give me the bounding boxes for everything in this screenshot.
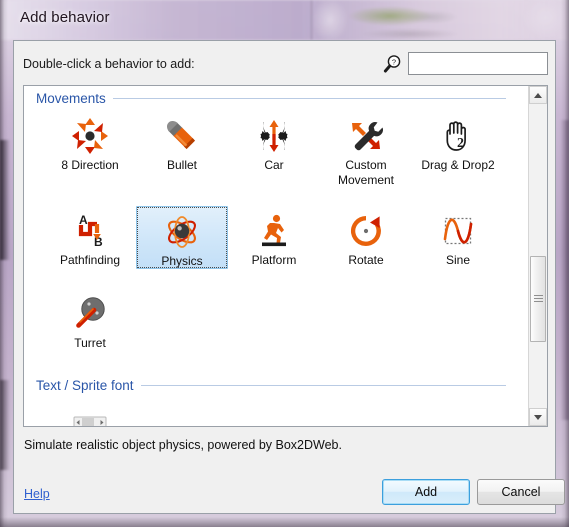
window-title: Add behavior (20, 9, 110, 26)
behavior-label: 8 Direction (61, 158, 119, 172)
group-divider (112, 98, 506, 99)
window-edge-shadow (560, 120, 569, 420)
group-title: Text / Sprite font (36, 378, 134, 393)
behavior-list-panel[interactable]: Movements 8 Direction Bullet Car Custom … (23, 85, 548, 427)
behavior-item-car[interactable]: Car (228, 114, 320, 173)
behavior-item-rotate[interactable]: Rotate (320, 209, 412, 268)
car-icon (228, 114, 320, 156)
behavior-label: Drag & Drop2 (421, 158, 495, 172)
chevron-up-icon (534, 92, 542, 98)
behavior-item-sine[interactable]: Sine (412, 209, 504, 268)
rotate-icon (320, 209, 412, 251)
search-field[interactable] (408, 52, 548, 75)
group-header-text-sprite-font: Text / Sprite font (36, 378, 506, 393)
scroll-to-icon (44, 401, 136, 426)
physics-icon (137, 210, 227, 252)
sine-icon (412, 209, 504, 251)
window-edge-shadow (0, 140, 10, 260)
platform-icon (228, 209, 320, 251)
behavior-label: Pathfinding (59, 253, 121, 267)
prompt-label: Double-click a behavior to add: (23, 57, 195, 71)
behavior-list-scroll-content: Movements 8 Direction Bullet Car Custom … (24, 86, 528, 426)
chevron-down-icon (534, 414, 542, 420)
bullet-icon (136, 114, 228, 156)
window-frame: Add behavior Double-click a behavior to … (0, 0, 569, 527)
drag-and-drop-icon: 2 (412, 114, 504, 156)
behavior-item-pathfinding[interactable]: A B Pathfinding (44, 209, 136, 268)
group-title: Movements (36, 91, 106, 106)
window-edge-shadow (0, 380, 10, 470)
dialog-client-area: Double-click a behavior to add: ? Moveme… (13, 40, 565, 514)
help-link[interactable]: Help (24, 487, 50, 501)
svg-text:?: ? (392, 57, 396, 66)
behavior-label: Rotate (348, 253, 384, 267)
group-divider (140, 385, 506, 386)
group-header-movements: Movements (36, 91, 506, 106)
behavior-item-platform[interactable]: Platform (228, 209, 320, 268)
behavior-label: Car (264, 158, 284, 172)
behavior-label: Turret (74, 336, 106, 350)
pathfinding-icon: A B (44, 209, 136, 251)
behavior-label: Physics (161, 254, 203, 268)
behavior-item-physics[interactable]: Physics (136, 206, 228, 269)
svg-text:A: A (79, 213, 88, 227)
add-button[interactable]: Add (382, 479, 470, 505)
scrollbar-grip-icon (534, 295, 543, 302)
behavior-item-bullet[interactable]: Bullet (136, 114, 228, 173)
behavior-label: Bullet (166, 158, 198, 172)
scroll-down-button[interactable] (529, 408, 547, 426)
behavior-label: Platform (251, 253, 297, 267)
behavior-description: Simulate realistic object physics, power… (24, 438, 342, 452)
window-edge-bottom (0, 517, 569, 527)
behavior-item-clipped[interactable] (44, 401, 136, 426)
behavior-item-custom-movement[interactable]: Custom Movement (320, 114, 412, 188)
custom-movement-icon (320, 114, 412, 156)
search-icon: ? (383, 54, 403, 74)
svg-text:2: 2 (457, 136, 464, 151)
vertical-scrollbar[interactable] (528, 86, 547, 426)
scroll-up-button[interactable] (529, 86, 547, 104)
behavior-label: Sine (445, 253, 471, 267)
turret-icon (44, 292, 136, 334)
behavior-item-8-direction[interactable]: 8 Direction (44, 114, 136, 173)
cancel-button[interactable]: Cancel (477, 479, 565, 505)
behavior-item-drag-and-drop2[interactable]: 2 Drag & Drop2 (412, 114, 504, 173)
behavior-label: Custom Movement (337, 158, 395, 187)
eight-direction-icon (44, 114, 136, 156)
search-input[interactable] (409, 53, 547, 74)
scrollbar-thumb[interactable] (530, 256, 546, 342)
behavior-item-turret[interactable]: Turret (44, 292, 136, 351)
